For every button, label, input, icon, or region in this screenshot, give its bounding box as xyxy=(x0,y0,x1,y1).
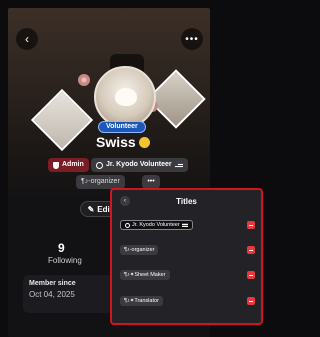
member-since-date: Oct 04, 2025 xyxy=(29,290,75,299)
remove-title-button[interactable] xyxy=(247,246,255,254)
following-count[interactable]: 9 xyxy=(58,241,65,255)
title-label: ¶♪-organizer xyxy=(124,247,155,253)
titles-modal: ‹ Titles Jr. Kyodo Volunteer ¶♪-organize… xyxy=(110,188,263,325)
title-row: ¶♪-organizer xyxy=(112,245,261,259)
more-horizontal-icon: ••• xyxy=(185,33,199,45)
kyodo-volunteer-chip[interactable]: Jr. Kyodo Volunteer xyxy=(91,158,188,172)
pencil-icon: ✎ xyxy=(87,204,95,214)
more-titles-button[interactable]: ••• xyxy=(142,175,160,189)
profile-name-text: Swiss xyxy=(96,134,136,150)
decor-art-left xyxy=(30,88,94,152)
title-chip[interactable]: ¶♪✦Sheet Maker xyxy=(120,270,170,280)
us-flag-icon xyxy=(181,223,188,227)
title-row: ¶♪✦Translator xyxy=(112,296,261,310)
us-flag-icon xyxy=(174,162,183,168)
flower-decoration-icon xyxy=(78,74,90,86)
title-label: ¶♪✦Sheet Maker xyxy=(124,272,166,278)
organizer-chip-label: ¶♪-organizer xyxy=(81,178,120,185)
shield-icon xyxy=(53,161,59,169)
more-options-button[interactable]: ••• xyxy=(181,28,203,50)
app-root: ‹ ••• Volunteer Swiss Admin Jr. Kyodo Vo… xyxy=(0,0,270,337)
organizer-chip[interactable]: ¶♪-organizer xyxy=(76,175,125,189)
gear-icon xyxy=(125,222,130,228)
member-since-label: Member since xyxy=(29,280,76,287)
chevron-left-icon: ‹ xyxy=(25,32,29,46)
admin-chip[interactable]: Admin xyxy=(48,158,89,172)
title-row: Jr. Kyodo Volunteer xyxy=(112,220,261,234)
role-badge: Volunteer xyxy=(98,121,146,133)
title-row: ¶♪✦Sheet Maker xyxy=(112,270,261,284)
title-chip[interactable]: ¶♪✦Translator xyxy=(120,296,163,306)
remove-title-button[interactable] xyxy=(247,271,255,279)
smiley-icon xyxy=(138,137,150,148)
kyodo-chip-label: Jr. Kyodo Volunteer xyxy=(106,161,172,168)
admin-chip-label: Admin xyxy=(62,161,84,168)
remove-title-button[interactable] xyxy=(247,221,255,229)
title-label: ¶♪✦Translator xyxy=(124,298,159,304)
titles-modal-header: ‹ Titles xyxy=(112,190,261,212)
remove-title-button[interactable] xyxy=(247,297,255,305)
back-button[interactable]: ‹ xyxy=(16,28,38,50)
avatar[interactable] xyxy=(94,66,156,128)
profile-name: Swiss xyxy=(96,134,150,150)
more-horizontal-icon: ••• xyxy=(147,178,155,185)
gear-icon xyxy=(96,161,103,169)
title-label: Jr. Kyodo Volunteer xyxy=(132,222,180,228)
following-label[interactable]: Following xyxy=(48,256,82,265)
title-chip[interactable]: Jr. Kyodo Volunteer xyxy=(120,220,193,230)
member-since-card: Member since Oct 04, 2025 xyxy=(23,275,118,313)
title-chip[interactable]: ¶♪-organizer xyxy=(120,245,159,255)
modal-title: Titles xyxy=(176,197,197,206)
avatar-face xyxy=(115,88,137,106)
